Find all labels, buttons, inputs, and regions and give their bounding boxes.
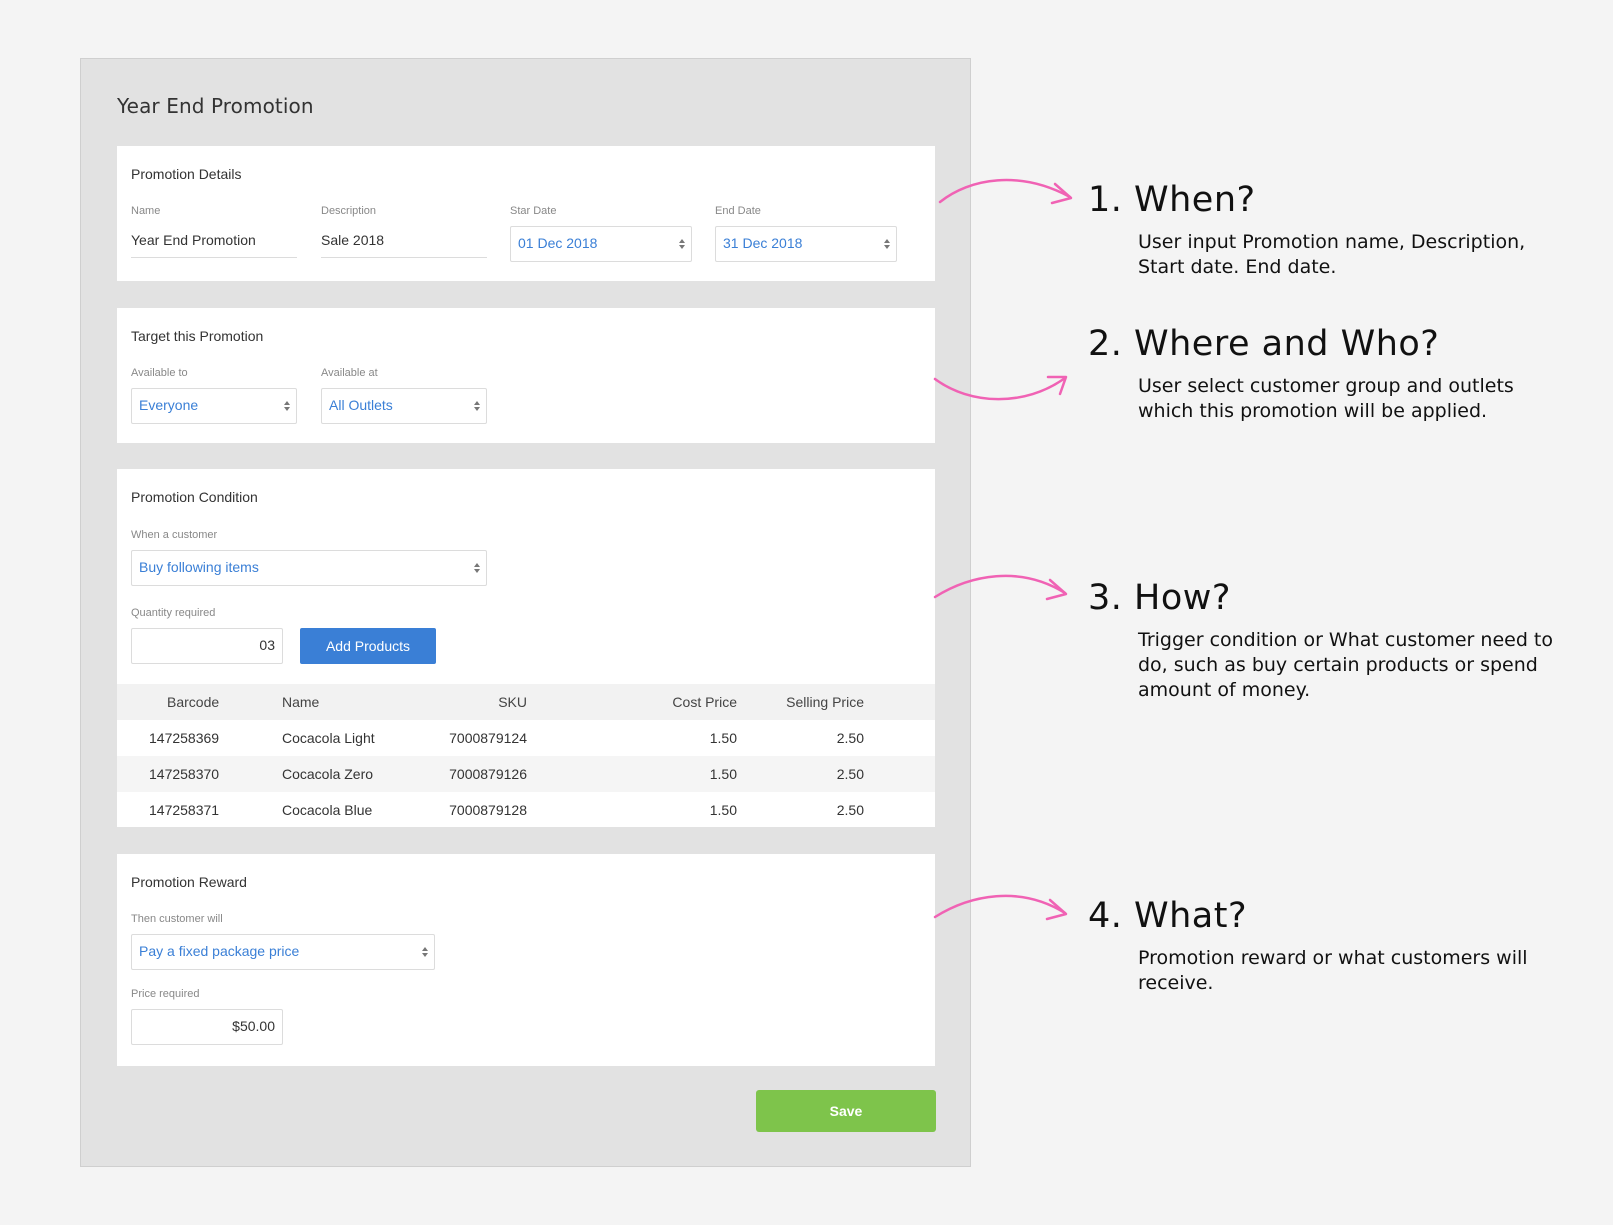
- annotation-heading: 4. What?: [1088, 896, 1248, 936]
- start-date-label: Star Date: [510, 205, 557, 217]
- cell-name: Cocacola Light: [282, 730, 375, 746]
- cell-name: Cocacola Blue: [282, 802, 373, 818]
- card-title: Target this Promotion: [131, 328, 264, 344]
- annotation-when: 1. When? User input Promotion name, Desc…: [1088, 180, 1558, 280]
- arrow-1-icon: [938, 178, 1073, 205]
- cell-name: Cocacola Zero: [282, 756, 402, 792]
- cell-sku: 7000879126: [402, 756, 527, 792]
- cell-spacer: [864, 720, 935, 756]
- cell-cost-price: 1.50: [527, 756, 737, 792]
- available-to-label: Available to: [131, 367, 188, 379]
- cell-barcode: 147258369: [149, 730, 220, 746]
- save-button[interactable]: Save: [756, 1090, 936, 1132]
- annotation-text: Trigger condition or What customer need …: [1138, 629, 1553, 701]
- when-customer-value: Buy following items: [139, 559, 259, 575]
- column-header-sku: SKU: [402, 684, 527, 720]
- target-promotion-card: Target this Promotion Available to Every…: [117, 308, 935, 443]
- cell-cost-price: 1.50: [709, 730, 737, 746]
- price-input[interactable]: $50.00: [131, 1009, 283, 1045]
- select-arrows-icon: [679, 238, 685, 251]
- promotion-reward-card: Promotion Reward Then customer will Pay …: [117, 854, 935, 1066]
- arrow-4-icon: [933, 894, 1068, 921]
- column-header-barcode: Barcode: [117, 684, 282, 720]
- table-row[interactable]: 147258369 Cocacola Light 7000879124 1.50…: [117, 720, 935, 756]
- end-date-label: End Date: [715, 205, 761, 217]
- annotation-text: User select customer group and outlets w…: [1138, 375, 1514, 422]
- available-at-select[interactable]: All Outlets: [321, 388, 487, 424]
- select-arrows-icon: [422, 946, 428, 959]
- cell-spacer: [864, 756, 935, 792]
- promotion-details-card: Promotion Details Name Year End Promotio…: [117, 146, 935, 281]
- name-label: Name: [131, 205, 161, 217]
- start-date-value: 01 Dec 2018: [518, 235, 598, 251]
- cell-selling-price: 2.50: [737, 756, 864, 792]
- card-title: Promotion Condition: [131, 489, 258, 505]
- price-required-label: Price required: [131, 988, 200, 1000]
- when-customer-select[interactable]: Buy following items: [131, 550, 487, 586]
- annotation-where-who: 2. Where and Who? User select customer g…: [1088, 324, 1558, 424]
- available-at-value: All Outlets: [329, 397, 393, 413]
- products-table: Barcode Name SKU Cost Price Selling Pric…: [117, 684, 935, 828]
- end-date-value: 31 Dec 2018: [723, 235, 803, 251]
- table-row[interactable]: 147258371 Cocacola Blue 7000879128 1.50 …: [117, 792, 935, 828]
- card-title: Promotion Details: [131, 166, 242, 182]
- quantity-required-label: Quantity required: [131, 607, 216, 619]
- annotation-text: Promotion reward or what customers will …: [1138, 947, 1528, 994]
- annotation-text: User input Promotion name, Description, …: [1138, 231, 1526, 278]
- select-arrows-icon: [284, 400, 290, 413]
- then-customer-value: Pay a fixed package price: [139, 943, 300, 959]
- table-header-row: Barcode Name SKU Cost Price Selling Pric…: [117, 684, 935, 720]
- annotation-heading: 2. Where and Who?: [1088, 324, 1440, 364]
- then-customer-select[interactable]: Pay a fixed package price: [131, 934, 435, 970]
- available-to-value: Everyone: [139, 397, 199, 413]
- end-date-select[interactable]: 31 Dec 2018: [715, 226, 897, 262]
- cell-selling-price: 2.50: [836, 730, 864, 746]
- then-customer-label: Then customer will: [131, 913, 223, 925]
- select-arrows-icon: [474, 400, 480, 413]
- name-field[interactable]: Year End Promotion: [131, 224, 297, 258]
- column-header-name: Name: [282, 684, 402, 720]
- annotation-how: 3. How? Trigger condition or What custom…: [1088, 578, 1558, 703]
- available-at-label: Available at: [321, 367, 378, 379]
- quantity-input[interactable]: 03: [131, 628, 283, 664]
- cell-sku: 7000879124: [449, 730, 527, 746]
- available-to-select[interactable]: Everyone: [131, 388, 297, 424]
- cell-cost-price: 1.50: [709, 802, 737, 818]
- page-title: Year End Promotion: [117, 94, 314, 118]
- add-products-button[interactable]: Add Products: [300, 628, 436, 664]
- start-date-select[interactable]: 01 Dec 2018: [510, 226, 692, 262]
- annotation-what: 4. What? Promotion reward or what custom…: [1088, 896, 1558, 996]
- card-title: Promotion Reward: [131, 874, 247, 890]
- cell-barcode: 147258370: [117, 756, 282, 792]
- arrow-3-icon: [933, 574, 1068, 601]
- column-spacer: [864, 684, 935, 720]
- cell-barcode: 147258371: [149, 802, 220, 818]
- cell-selling-price: 2.50: [836, 802, 864, 818]
- select-arrows-icon: [884, 238, 890, 251]
- cell-spacer: [864, 792, 935, 828]
- promotion-form-frame: Year End Promotion Promotion Details Nam…: [80, 58, 971, 1167]
- cell-sku: 7000879128: [449, 802, 527, 818]
- column-header-cost-price: Cost Price: [527, 684, 737, 720]
- description-field[interactable]: Sale 2018: [321, 224, 487, 258]
- annotation-heading: 3. How?: [1088, 578, 1231, 618]
- column-header-selling-price: Selling Price: [737, 684, 864, 720]
- select-arrows-icon: [474, 562, 480, 575]
- when-customer-label: When a customer: [131, 529, 218, 541]
- description-label: Description: [321, 205, 377, 217]
- arrow-2-icon: [933, 375, 1068, 401]
- promotion-condition-card: Promotion Condition When a customer Buy …: [117, 469, 935, 827]
- table-row[interactable]: 147258370 Cocacola Zero 7000879126 1.50 …: [117, 756, 935, 792]
- annotation-heading: 1. When?: [1088, 180, 1256, 220]
